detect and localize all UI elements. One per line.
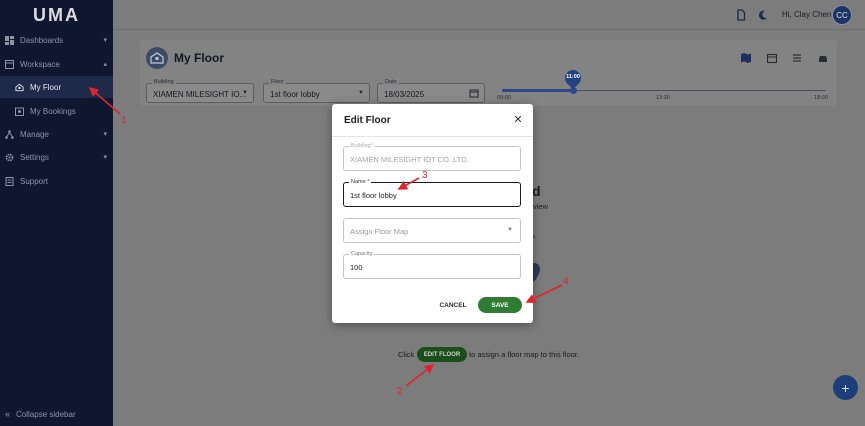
annotation-arrow-2	[405, 364, 435, 387]
annotation-number-1: 1	[121, 115, 127, 126]
annotation-arrow-4	[525, 284, 563, 303]
annotation-arrow-1	[88, 86, 121, 115]
annotation-number-4: 4	[563, 276, 569, 287]
annotation-arrow-3	[397, 177, 420, 190]
annotation-arrows	[88, 86, 563, 387]
annotation-number-2: 2	[397, 386, 403, 397]
annotation-number-3: 3	[422, 170, 428, 181]
